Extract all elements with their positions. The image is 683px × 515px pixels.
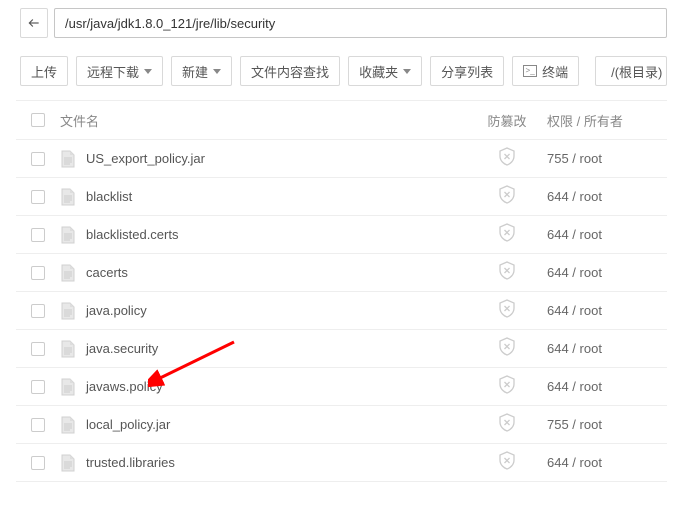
row-checkbox[interactable] [31,418,45,432]
chevron-down-icon [144,69,152,74]
file-perm: 644 / root [547,227,667,242]
shield-icon[interactable] [498,413,516,436]
file-icon [60,150,76,168]
file-perm: 755 / root [547,151,667,166]
new-label: 新建 [182,62,208,81]
remote-download-button[interactable]: 远程下载 [76,56,163,86]
file-name-link[interactable]: blacklist [86,189,132,204]
file-icon [60,378,76,396]
favorites-label: 收藏夹 [359,62,398,81]
file-table: 文件名 防篡改 权限 / 所有者 US_export_policy.jar 755… [16,100,667,482]
table-row: local_policy.jar 755 / root [16,406,667,444]
shield-icon[interactable] [498,451,516,474]
shield-icon[interactable] [498,185,516,208]
file-perm: 644 / root [547,379,667,394]
path-bar [0,0,683,46]
file-icon [60,302,76,320]
row-checkbox[interactable] [31,266,45,280]
chevron-down-icon [403,69,411,74]
file-name-link[interactable]: cacerts [86,265,128,280]
file-perm: 644 / root [547,455,667,470]
table-row: cacerts 644 / root [16,254,667,292]
table-row: US_export_policy.jar 755 / root [16,140,667,178]
file-name-link[interactable]: java.policy [86,303,147,318]
file-icon [60,264,76,282]
terminal-label: 终端 [542,62,568,81]
shield-icon[interactable] [498,337,516,360]
row-checkbox[interactable] [31,228,45,242]
file-perm: 644 / root [547,341,667,356]
back-button[interactable] [20,8,48,38]
table-row: trusted.libraries 644 / root [16,444,667,482]
shield-icon[interactable] [498,261,516,284]
file-name-link[interactable]: javaws.policy [86,379,163,394]
shield-icon[interactable] [498,299,516,322]
file-name-link[interactable]: US_export_policy.jar [86,151,205,166]
arrow-left-icon [27,16,41,30]
row-checkbox[interactable] [31,190,45,204]
new-button[interactable]: 新建 [171,56,232,86]
file-icon [60,416,76,434]
file-name-link[interactable]: blacklisted.certs [86,227,178,242]
shield-icon[interactable] [498,147,516,170]
table-row: java.policy 644 / root [16,292,667,330]
root-dir-button[interactable]: /(根目录) (1... [595,56,667,86]
file-perm: 644 / root [547,303,667,318]
row-checkbox[interactable] [31,342,45,356]
share-list-button[interactable]: 分享列表 [430,56,504,86]
file-perm: 644 / root [547,189,667,204]
share-list-label: 分享列表 [441,62,493,81]
shield-icon[interactable] [498,375,516,398]
terminal-button[interactable]: 终端 [512,56,579,86]
terminal-icon [523,65,537,77]
shield-icon[interactable] [498,223,516,246]
file-icon [60,188,76,206]
table-row: java.security 644 / root [16,330,667,368]
table-row: blacklist 644 / root [16,178,667,216]
table-row: javaws.policy 644 / root [16,368,667,406]
row-checkbox[interactable] [31,152,45,166]
file-perm: 644 / root [547,265,667,280]
root-dir-label: /(根目录) (1... [611,62,667,81]
file-icon [60,340,76,358]
favorites-button[interactable]: 收藏夹 [348,56,422,86]
remote-download-label: 远程下载 [87,62,139,81]
file-name-link[interactable]: local_policy.jar [86,417,170,432]
row-checkbox[interactable] [31,456,45,470]
row-checkbox[interactable] [31,304,45,318]
chevron-down-icon [213,69,221,74]
row-checkbox[interactable] [31,380,45,394]
file-perm: 755 / root [547,417,667,432]
file-search-button[interactable]: 文件内容查找 [240,56,340,86]
file-icon [60,226,76,244]
file-search-label: 文件内容查找 [251,62,329,81]
path-input[interactable] [54,8,667,38]
file-icon [60,454,76,472]
select-all-checkbox[interactable] [31,113,45,127]
file-name-link[interactable]: trusted.libraries [86,455,175,470]
table-row: blacklisted.certs 644 / root [16,216,667,254]
column-filename: 文件名 [60,111,467,130]
file-name-link[interactable]: java.security [86,341,158,356]
upload-label: 上传 [31,62,57,81]
toolbar: 上传 远程下载 新建 文件内容查找 收藏夹 分享列表 终端 /(根目录) (1.… [0,46,683,100]
column-tamper: 防篡改 [467,111,547,130]
upload-button[interactable]: 上传 [20,56,68,86]
column-perm: 权限 / 所有者 [547,111,667,130]
table-header: 文件名 防篡改 权限 / 所有者 [16,100,667,140]
